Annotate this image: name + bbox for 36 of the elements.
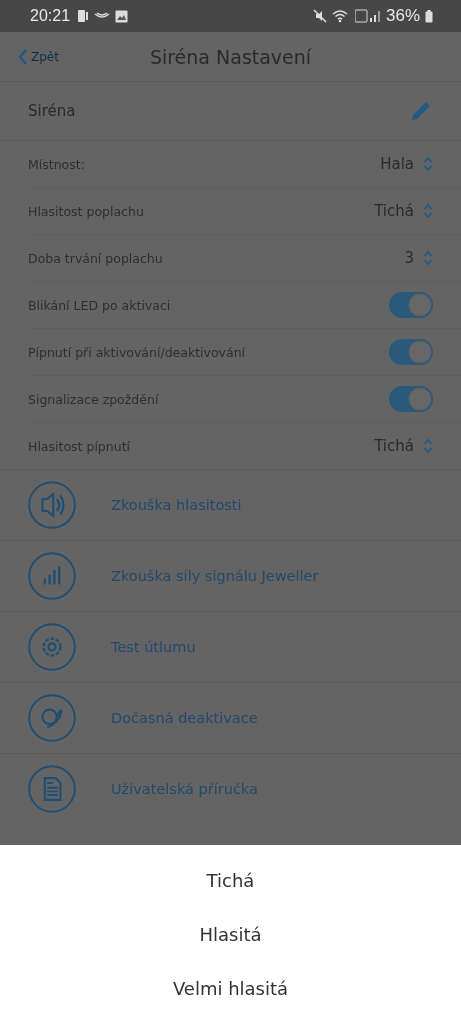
document-icon <box>28 765 76 813</box>
sheet-option[interactable]: Tichá <box>0 853 461 908</box>
setting-select[interactable]: Tichá <box>374 202 433 220</box>
device-name: Siréna <box>28 102 76 120</box>
screen-title: Siréna Nastavení <box>149 45 312 68</box>
gear-icon <box>28 623 76 671</box>
action-link[interactable]: Zkouška síly signálu Jeweller <box>111 568 319 584</box>
sheet-option[interactable]: Velmi hlasitá <box>0 961 461 1016</box>
signal-icon <box>354 9 381 23</box>
action-link[interactable]: Uživatelská příručka <box>111 781 258 797</box>
wifi-icon <box>331 9 350 23</box>
clock: 20:21 <box>30 7 71 25</box>
action-link[interactable]: Zkouška hlasitosti <box>111 497 242 513</box>
action-link[interactable]: Test útlumu <box>111 639 196 655</box>
action-link[interactable]: Dočasná deaktivace <box>111 710 258 726</box>
battery-icon <box>425 9 433 23</box>
setting-select[interactable]: Hala <box>380 155 433 173</box>
speaker-icon <box>28 481 76 529</box>
sheet-option[interactable]: Hlasitá <box>0 907 461 962</box>
battery-percentage: 36% <box>385 6 420 26</box>
setting-select[interactable]: 3 <box>404 249 433 267</box>
back-button[interactable]: Zpět <box>18 48 59 65</box>
edit-button[interactable] <box>409 99 433 123</box>
setting-select[interactable]: Tichá <box>374 437 433 455</box>
up-down-chevron-icon <box>423 203 433 219</box>
mute-icon <box>312 9 327 23</box>
image-icon <box>115 9 129 23</box>
phone-icon <box>77 9 90 23</box>
signal-bars-icon <box>28 552 76 600</box>
up-down-chevron-icon <box>423 438 433 454</box>
up-down-chevron-icon <box>423 250 433 266</box>
toggle-switch[interactable] <box>389 292 433 318</box>
toggle-switch[interactable] <box>389 386 433 412</box>
up-down-chevron-icon <box>423 156 433 172</box>
back-chevron-icon <box>18 48 28 65</box>
toggle-switch[interactable] <box>389 339 433 365</box>
